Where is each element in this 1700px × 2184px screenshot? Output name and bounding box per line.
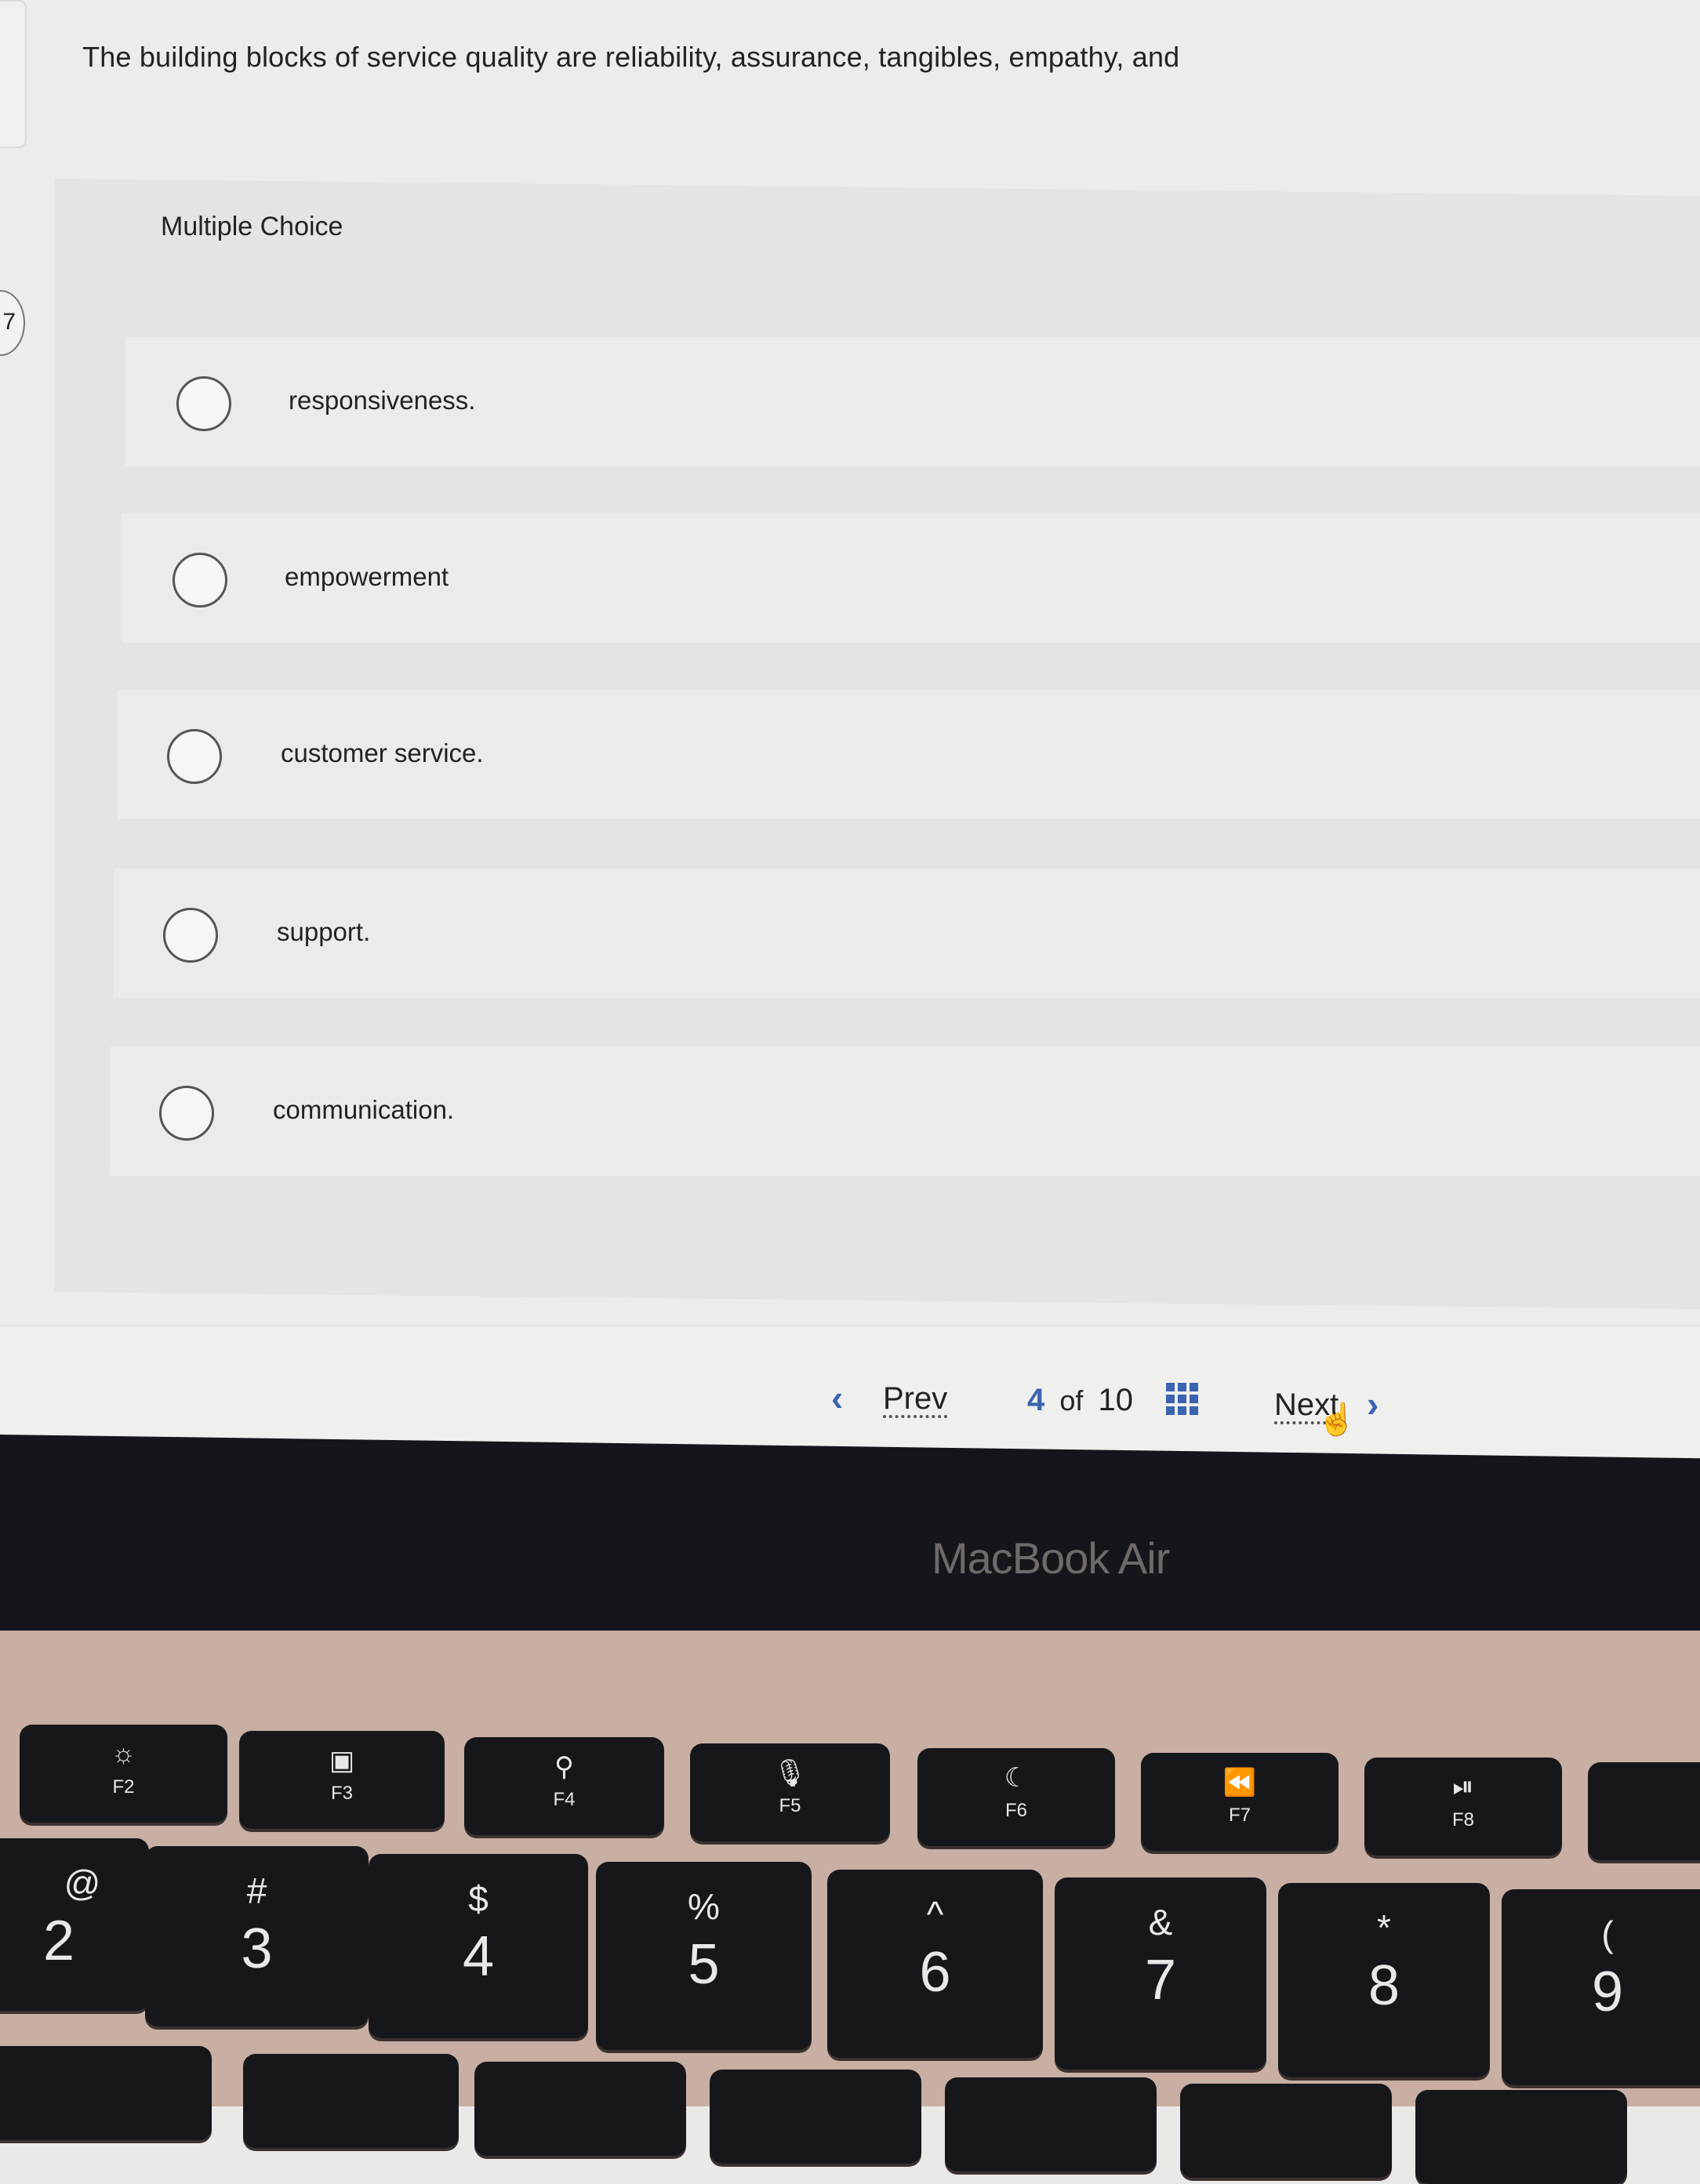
brightness-icon: ☼ <box>111 1739 136 1769</box>
key-shift-symbol: * <box>1377 1907 1391 1948</box>
key-label: F6 <box>1004 1800 1027 1821</box>
mission-control-icon: ▣ <box>329 1746 355 1776</box>
key-shift-symbol: $ <box>468 1878 489 1919</box>
key-number: 4 <box>462 1925 495 1988</box>
key-2[interactable]: @ 2 <box>0 1838 149 2011</box>
prev-label: Prev <box>883 1381 948 1416</box>
question-number-badge: 7 <box>0 290 25 356</box>
key-q-row[interactable] <box>945 2077 1157 2171</box>
key-number: 7 <box>1144 1949 1177 2012</box>
key-8[interactable]: * 8 <box>1278 1883 1490 2077</box>
brand-label: MacBook Air <box>932 1533 1170 1583</box>
key-number: 5 <box>688 1933 720 1996</box>
hand-cursor-icon: ☝ <box>1317 1402 1357 1437</box>
key-f6[interactable]: ☾ F6 <box>917 1748 1115 1846</box>
choice-label: communication. <box>273 1095 455 1124</box>
current-page: 4 <box>1027 1383 1045 1417</box>
choice-label: support. <box>277 917 371 946</box>
key-q-row[interactable] <box>243 2054 459 2148</box>
key-number: 9 <box>1591 1961 1624 2023</box>
choice-option[interactable]: customer service. <box>118 690 1700 819</box>
key-label: F8 <box>1451 1809 1474 1830</box>
key-q-row[interactable] <box>1180 2084 1392 2178</box>
key-q-row[interactable] <box>1415 2090 1627 2184</box>
key-number: 6 <box>919 1941 951 2004</box>
choice-option[interactable]: support. <box>114 869 1700 998</box>
radio-button[interactable] <box>176 376 231 431</box>
question-number: 7 <box>2 309 16 335</box>
radio-button[interactable] <box>167 729 222 784</box>
key-shift-symbol: % <box>688 1886 720 1927</box>
of-label: of <box>1059 1384 1084 1417</box>
moon-icon: ☾ <box>1004 1763 1029 1793</box>
key-label: F2 <box>112 1776 135 1798</box>
key-number: 2 <box>42 1910 75 1972</box>
play-pause-icon: ⏯ <box>1452 1772 1474 1801</box>
choice-option[interactable]: communication. <box>110 1047 1700 1176</box>
search-icon: ⚲ <box>554 1752 574 1782</box>
key-f2[interactable]: ☼ F2 <box>20 1725 227 1823</box>
grid-icon[interactable] <box>1166 1383 1198 1415</box>
key-q-row[interactable] <box>0 2046 212 2140</box>
key-3[interactable]: # 3 <box>145 1846 369 2026</box>
question-type-label: Multiple Choice <box>161 212 343 241</box>
radio-button[interactable] <box>163 908 218 963</box>
key-6[interactable]: ^ 6 <box>827 1870 1043 2058</box>
key-shift-symbol: ( <box>1601 1914 1614 1954</box>
key-f7[interactable]: ⏪ F7 <box>1141 1753 1339 1851</box>
key-label: F7 <box>1228 1805 1251 1826</box>
chevron-right-icon: › <box>1367 1384 1379 1424</box>
radio-button[interactable] <box>159 1086 214 1141</box>
rewind-icon: ⏪ <box>1222 1768 1257 1798</box>
key-f5[interactable]: 🎙 F5 <box>690 1743 890 1841</box>
key-7[interactable]: & 7 <box>1055 1877 1266 2070</box>
question-text: The building blocks of service quality a… <box>82 41 1180 73</box>
keyboard-deck: ☼ F2 ▣ F3 ⚲ F4 🎙 F5 ☾ F6 ⏪ F7 ⏯ F8 @ 2 #… <box>0 1631 1700 2184</box>
radio-button[interactable] <box>173 553 227 608</box>
key-f4[interactable]: ⚲ F4 <box>464 1737 664 1835</box>
key-shift-symbol: ^ <box>926 1894 944 1935</box>
key-4[interactable]: $ 4 <box>369 1854 588 2038</box>
key-q-row[interactable] <box>710 2070 921 2164</box>
choice-option[interactable]: responsiveness. <box>125 337 1700 466</box>
choice-label: responsiveness. <box>289 386 476 415</box>
key-shift-symbol: & <box>1148 1902 1173 1943</box>
key-label: F3 <box>330 1783 353 1804</box>
key-f8[interactable]: ⏯ F8 <box>1364 1758 1562 1856</box>
microphone-icon: 🎙 <box>772 1758 808 1788</box>
previous-panel-edge <box>0 0 27 148</box>
choice-option[interactable]: empowerment <box>122 513 1700 643</box>
key-number: 8 <box>1368 1954 1400 2017</box>
total-pages: 10 <box>1098 1383 1134 1417</box>
choice-label: empowerment <box>285 562 449 591</box>
laptop-bezel <box>0 1435 1700 1663</box>
key-q-row[interactable] <box>474 2062 686 2156</box>
key-label: F4 <box>553 1789 576 1810</box>
choice-label: customer service. <box>281 738 484 767</box>
key-5[interactable]: % 5 <box>596 1862 812 2050</box>
key-label: F5 <box>779 1795 801 1816</box>
key-number: 3 <box>241 1917 273 1980</box>
chevron-left-icon: ‹ <box>831 1377 844 1418</box>
screen: 7 The building blocks of service quality… <box>0 0 1700 1460</box>
key-shift-symbol: # <box>246 1870 267 1911</box>
key-f3[interactable]: ▣ F3 <box>239 1731 445 1829</box>
key-9[interactable]: ( 9 <box>1502 1889 1700 2085</box>
page-indicator[interactable]: 4 of 10 <box>1027 1383 1133 1418</box>
key-f9[interactable] <box>1588 1762 1700 1860</box>
key-shift-symbol: @ <box>64 1863 101 1903</box>
